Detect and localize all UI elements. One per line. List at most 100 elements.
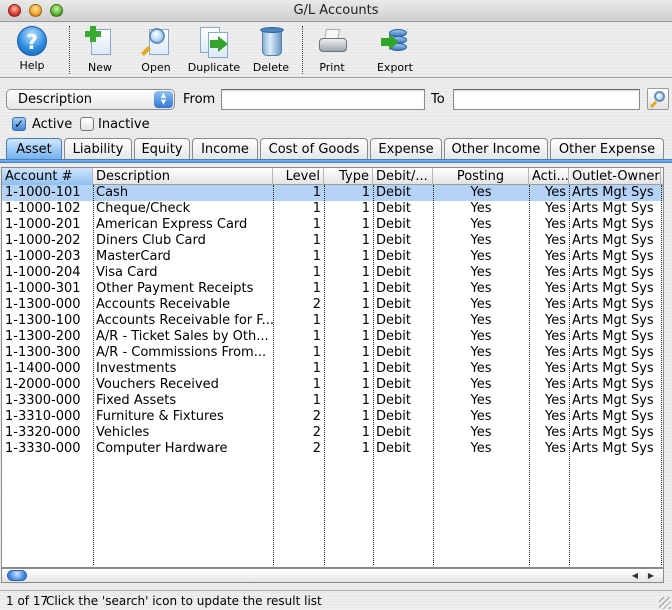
duplicate-button[interactable]: Duplicate bbox=[186, 24, 242, 76]
tab-liability[interactable]: Liability bbox=[64, 138, 132, 160]
cell-outlet-owner: Arts Mgt Sys bbox=[572, 441, 654, 456]
inactive-checkbox[interactable] bbox=[80, 117, 94, 131]
cell-posting: Yes bbox=[470, 361, 492, 376]
cell-outlet-owner: Arts Mgt Sys bbox=[572, 185, 654, 200]
cell-posting: Yes bbox=[470, 281, 492, 296]
table-row[interactable]: 1-1000-102 Cheque/Check 1 1 Debit Yes Yes Arts … bbox=[2, 201, 663, 217]
cell-account: 1-3310-000 bbox=[5, 409, 81, 424]
column-header-level[interactable]: Level bbox=[273, 168, 324, 185]
column-header-account[interactable]: Account # bbox=[2, 168, 93, 185]
cell-outlet-owner: Arts Mgt Sys bbox=[572, 345, 654, 360]
toolbar-separator bbox=[302, 26, 303, 74]
table-row[interactable]: 1-1000-203 MasterCard 1 1 Debit Yes Yes Arts Mg… bbox=[2, 249, 663, 265]
cell-outlet-owner: Arts Mgt Sys bbox=[572, 201, 654, 216]
active-checkbox[interactable]: ✓ bbox=[12, 117, 26, 131]
cell-posting: Yes bbox=[470, 297, 492, 312]
cell-description: Computer Hardware bbox=[96, 441, 228, 456]
table-row[interactable]: 1-1000-202 Diners Club Card 1 1 Debit Yes Yes A… bbox=[2, 233, 663, 249]
horizontal-scrollbar[interactable]: ◀ ▶ bbox=[1, 568, 664, 583]
from-input[interactable] bbox=[221, 89, 425, 110]
cell-description: A/R - Commissions From... bbox=[96, 345, 267, 360]
tab-other-income[interactable]: Other Income bbox=[444, 138, 548, 160]
delete-button[interactable]: Delete bbox=[251, 24, 291, 76]
cell-active: Yes bbox=[545, 393, 566, 408]
to-input[interactable] bbox=[453, 89, 640, 110]
table-row[interactable]: 1-2000-000 Vouchers Received 1 1 Debit Yes Yes… bbox=[2, 377, 663, 393]
cell-outlet-owner: Arts Mgt Sys bbox=[572, 329, 654, 344]
export-button[interactable]: Export bbox=[372, 24, 418, 76]
cell-type: 1 bbox=[361, 297, 370, 312]
table-row[interactable]: 1-1300-100 Accounts Receivable for F... 1 1… bbox=[2, 313, 663, 329]
scrollbar-thumb[interactable] bbox=[7, 570, 27, 581]
cell-type: 1 bbox=[361, 441, 370, 456]
tab-expense[interactable]: Expense bbox=[370, 138, 442, 160]
cell-type: 1 bbox=[361, 249, 370, 264]
search-button[interactable] bbox=[647, 88, 669, 110]
zoom-window-button[interactable] bbox=[50, 4, 63, 17]
new-button[interactable]: New bbox=[80, 24, 120, 76]
tab-other-expense[interactable]: Other Expense bbox=[550, 138, 664, 160]
cell-level: 2 bbox=[312, 441, 321, 456]
column-header-description[interactable]: Description bbox=[93, 168, 273, 185]
cell-outlet-owner: Arts Mgt Sys bbox=[572, 361, 654, 376]
cell-description: MasterCard bbox=[96, 249, 171, 264]
cell-level: 1 bbox=[312, 185, 321, 200]
cell-description: Cheque/Check bbox=[96, 201, 191, 216]
search-field-select[interactable]: Description ▲ ▼ bbox=[6, 89, 175, 110]
cell-debit-credit: Debit bbox=[376, 425, 411, 440]
cell-type: 1 bbox=[361, 361, 370, 376]
cell-description: Investments bbox=[96, 361, 177, 376]
cell-posting: Yes bbox=[470, 441, 492, 456]
cell-description: Furniture & Fixtures bbox=[96, 409, 224, 424]
column-header-outlet-owner[interactable]: Outlet-Owner bbox=[569, 168, 661, 185]
tab-equity[interactable]: Equity bbox=[134, 138, 190, 160]
cell-posting: Yes bbox=[470, 409, 492, 424]
cell-outlet-owner: Arts Mgt Sys bbox=[572, 217, 654, 232]
scroll-right-arrow-icon[interactable]: ▶ bbox=[643, 569, 659, 582]
cell-debit-credit: Debit bbox=[376, 361, 411, 376]
cell-posting: Yes bbox=[470, 185, 492, 200]
cell-debit-credit: Debit bbox=[376, 249, 411, 264]
cell-posting: Yes bbox=[470, 201, 492, 216]
scroll-left-arrow-icon[interactable]: ◀ bbox=[627, 569, 643, 582]
table-row[interactable]: 1-1400-000 Investments 1 1 Debit Yes Yes Arts M… bbox=[2, 361, 663, 377]
tab-cost-of-goods[interactable]: Cost of Goods bbox=[260, 138, 368, 160]
table-row[interactable]: 1-1300-300 A/R - Commissions From... 1 1 Deb… bbox=[2, 345, 663, 361]
new-document-icon bbox=[84, 26, 116, 58]
table-row[interactable]: 1-1000-201 American Express Card 1 1 Debit Ye… bbox=[2, 217, 663, 233]
table-row[interactable]: 1-1300-200 A/R - Ticket Sales by Oth... 1 1… bbox=[2, 329, 663, 345]
open-button[interactable]: Open bbox=[136, 24, 176, 76]
cell-active: Yes bbox=[545, 345, 566, 360]
table-row[interactable]: 1-1000-301 Other Payment Receipts 1 1 Debit Y… bbox=[2, 281, 663, 297]
minimize-window-button[interactable] bbox=[29, 4, 42, 17]
table-row[interactable]: 1-3320-000 Vehicles 2 1 Debit Yes Yes Arts Mgt … bbox=[2, 425, 663, 441]
cell-outlet-owner: Arts Mgt Sys bbox=[572, 297, 654, 312]
column-header-active[interactable]: Acti... bbox=[529, 168, 569, 185]
cell-level: 1 bbox=[312, 329, 321, 344]
trash-icon bbox=[255, 26, 287, 58]
resize-grip-icon[interactable] bbox=[659, 597, 671, 609]
print-button[interactable]: Print bbox=[312, 24, 352, 76]
cell-account: 1-1000-201 bbox=[5, 217, 81, 232]
cell-active: Yes bbox=[545, 297, 566, 312]
table-row[interactable]: 1-3310-000 Furniture & Fixtures 2 1 Debit Yes… bbox=[2, 409, 663, 425]
table-row[interactable]: 1-3330-000 Computer Hardware 2 1 Debit Yes Yes… bbox=[2, 441, 663, 457]
cell-active: Yes bbox=[545, 329, 566, 344]
column-header-debit-credit[interactable]: Debit/... bbox=[373, 168, 433, 185]
cell-posting: Yes bbox=[470, 233, 492, 248]
cell-outlet-owner: Arts Mgt Sys bbox=[572, 313, 654, 328]
help-button[interactable]: ? Help bbox=[12, 24, 52, 76]
column-header-type[interactable]: Type bbox=[324, 168, 373, 185]
table-row[interactable]: 1-1000-204 Visa Card 1 1 Debit Yes Yes Arts Mgt… bbox=[2, 265, 663, 281]
table-row[interactable]: 1-1000-101 Cash 1 1 Debit Yes Yes Arts Mgt Sys bbox=[2, 185, 663, 201]
column-header-posting[interactable]: Posting bbox=[433, 168, 529, 185]
cell-account: 1-1000-101 bbox=[5, 185, 81, 200]
printer-icon bbox=[316, 26, 348, 58]
table-row[interactable]: 1-3300-000 Fixed Assets 1 1 Debit Yes Yes Arts … bbox=[2, 393, 663, 409]
table-row[interactable]: 1-1300-000 Accounts Receivable 2 1 Debit Yes Y… bbox=[2, 297, 663, 313]
cell-active: Yes bbox=[545, 409, 566, 424]
tab-income[interactable]: Income bbox=[192, 138, 258, 160]
cell-debit-credit: Debit bbox=[376, 217, 411, 232]
close-window-button[interactable] bbox=[8, 4, 21, 17]
tab-asset[interactable]: Asset bbox=[6, 138, 62, 160]
